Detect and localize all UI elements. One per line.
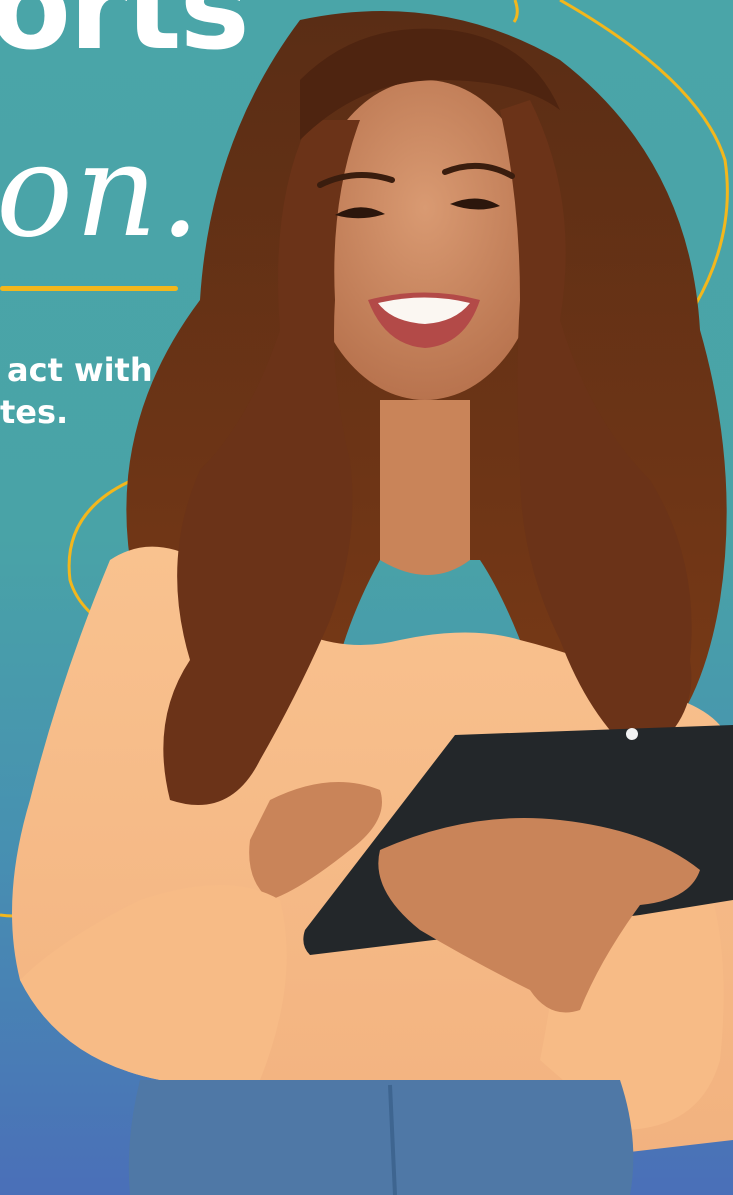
jeans [128, 1080, 634, 1195]
neck [380, 400, 470, 575]
woman-with-tablet-photo [12, 11, 733, 1195]
tablet-camera [626, 728, 638, 740]
